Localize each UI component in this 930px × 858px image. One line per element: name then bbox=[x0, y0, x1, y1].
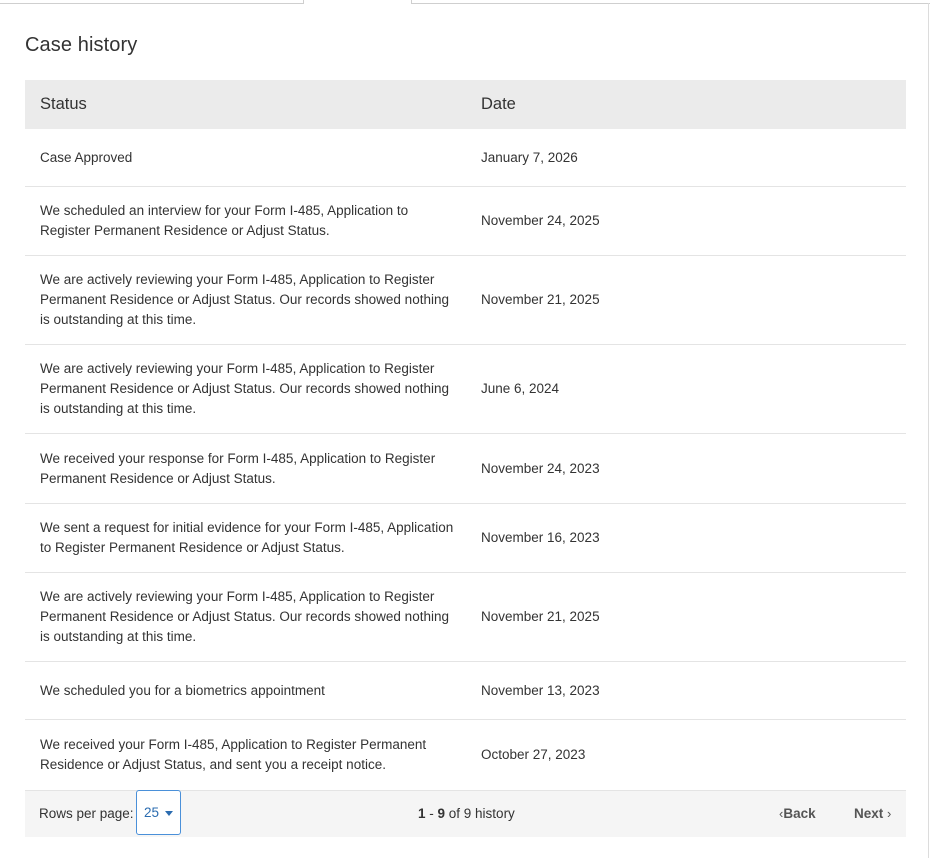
row-date: November 24, 2023 bbox=[481, 460, 600, 476]
pagination-range: 1 - 9 of 9 history bbox=[418, 806, 515, 821]
row-status: We are actively reviewing your Form I-48… bbox=[40, 272, 449, 327]
next-label: Next bbox=[854, 806, 884, 821]
row-status: Case Approved bbox=[40, 149, 133, 165]
column-header-date: Date bbox=[481, 95, 516, 113]
table-row: We scheduled an interview for your Form … bbox=[25, 187, 906, 256]
row-status: We scheduled an interview for your Form … bbox=[40, 203, 409, 238]
rows-per-page-label: Rows per page: bbox=[39, 806, 134, 821]
table-row: We are actively reviewing your Form I-48… bbox=[25, 573, 906, 662]
row-status: We received your Form I-485, Application… bbox=[40, 736, 427, 772]
rows-per-page-select[interactable]: 25 bbox=[136, 790, 181, 835]
back-button[interactable]: ‹Back bbox=[779, 806, 816, 821]
next-button[interactable]: Next › bbox=[854, 806, 891, 821]
row-date: November 16, 2023 bbox=[481, 530, 600, 545]
row-date: January 7, 2026 bbox=[481, 149, 578, 165]
pagination-bar: Rows per page: 25 1 - 9 of 9 history ‹Ba… bbox=[25, 790, 906, 837]
case-history-table: Status Date Case Approved January 7, 202… bbox=[25, 80, 906, 789]
row-date: November 13, 2023 bbox=[481, 682, 600, 698]
row-date: November 21, 2025 bbox=[481, 292, 600, 307]
panel-title: Case history bbox=[25, 34, 138, 56]
row-status: We are actively reviewing your Form I-48… bbox=[40, 361, 449, 416]
range-suffix: of 9 history bbox=[445, 806, 515, 821]
chevron-down-icon bbox=[165, 810, 174, 816]
row-date: October 27, 2023 bbox=[481, 746, 586, 762]
row-status: We scheduled you for a biometrics appoin… bbox=[40, 682, 325, 698]
table-header: Status Date bbox=[25, 80, 906, 129]
table-row: We are actively reviewing your Form I-48… bbox=[25, 256, 906, 345]
table-row: We received your response for Form I-485… bbox=[25, 434, 906, 504]
row-status: We are actively reviewing your Form I-48… bbox=[40, 589, 449, 644]
row-date: June 6, 2024 bbox=[481, 381, 560, 396]
case-history-page: Case history Status Date Case Approved J… bbox=[0, 0, 930, 858]
table-row: We received your Form I-485, Application… bbox=[25, 720, 906, 789]
back-label: Back bbox=[783, 806, 816, 821]
row-status: We sent a request for initial evidence f… bbox=[40, 520, 454, 555]
table-row: We sent a request for initial evidence f… bbox=[25, 504, 906, 573]
table-row: We scheduled you for a biometrics appoin… bbox=[25, 662, 906, 720]
range-start: 1 bbox=[418, 806, 426, 821]
rows-per-page-value: 25 bbox=[143, 805, 160, 820]
row-status: We received your response for Form I-485… bbox=[40, 450, 436, 486]
range-separator: - bbox=[425, 806, 438, 821]
row-date: November 24, 2025 bbox=[481, 213, 600, 228]
table-row: Case Approved January 7, 2026 bbox=[25, 129, 906, 187]
chevron-right-icon: › bbox=[887, 806, 892, 821]
range-end: 9 bbox=[437, 806, 446, 821]
row-date: November 21, 2025 bbox=[481, 609, 600, 624]
column-header-status: Status bbox=[40, 95, 87, 113]
table-row: We are actively reviewing your Form I-48… bbox=[25, 345, 906, 434]
